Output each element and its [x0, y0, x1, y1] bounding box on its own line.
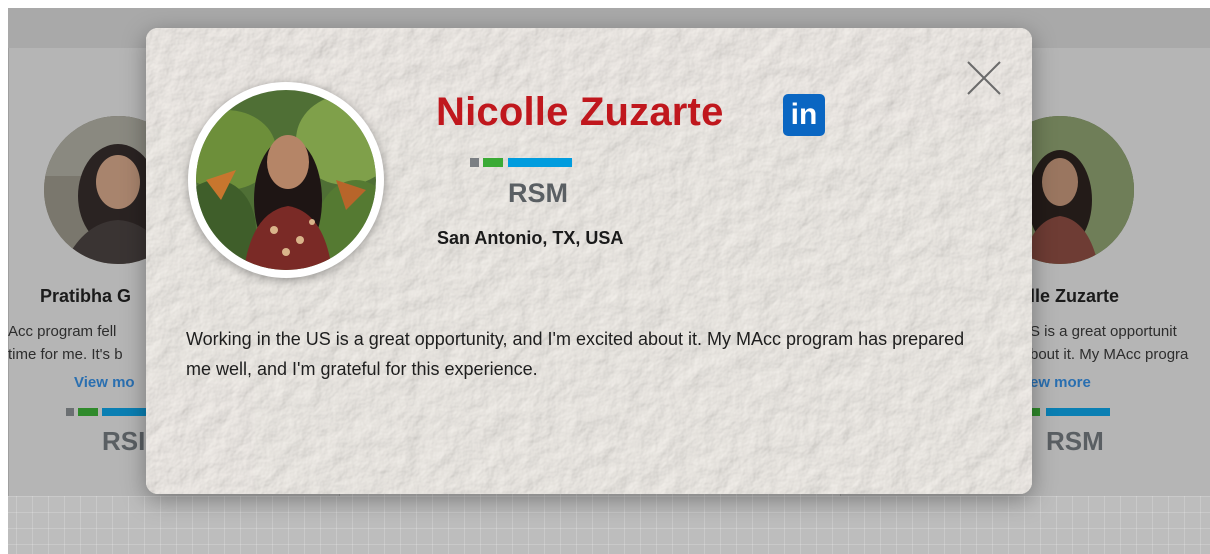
- page-edge-top: [0, 0, 1210, 8]
- background-card-text-left: Acc program fell time for me. It's b: [8, 320, 123, 366]
- background-company-logo-right: RSM: [1032, 408, 1112, 459]
- background-view-more-link-left[interactable]: View mo: [74, 374, 135, 391]
- close-button[interactable]: [964, 58, 1004, 98]
- background-logo-text-left: RSI: [102, 426, 145, 454]
- background-card-name-left: Pratibha G: [40, 286, 132, 306]
- background-card-text-line: Acc program fell: [8, 323, 117, 340]
- testimonial-modal: Nicolle Zuzarte in RSM San Antonio, TX, …: [146, 28, 1032, 494]
- person-location: San Antonio, TX, USA: [437, 228, 624, 248]
- company-logo-text: RSM: [508, 178, 568, 206]
- linkedin-icon[interactable]: in: [783, 94, 825, 136]
- testimonial-quote: Working in the US is a great opportunity…: [186, 329, 965, 379]
- profile-photo-image: [196, 90, 376, 270]
- page-edge-left: [0, 0, 8, 554]
- close-icon: [967, 61, 1001, 95]
- background-card-text-right: S is a great opportunit bout it. My MAcc…: [1030, 320, 1188, 366]
- logo-bar-blue: [508, 158, 572, 167]
- profile-photo: [188, 82, 384, 278]
- company-logo: RSM: [470, 158, 574, 211]
- background-card-name-right: lle Zuzarte: [1030, 286, 1120, 306]
- background-card-text-line: S is a great opportunit: [1030, 323, 1177, 340]
- background-company-logo-left: RSI: [66, 408, 146, 459]
- person-name: Nicolle Zuzarte: [436, 90, 724, 134]
- background-card-text-line: bout it. My MAcc progra: [1030, 346, 1189, 363]
- background-logo-text-right: RSM: [1046, 426, 1104, 454]
- logo-bar-green: [483, 158, 503, 167]
- logo-bar-gray: [470, 158, 479, 167]
- background-card-text-line: time for me. It's b: [8, 346, 123, 363]
- background-view-more-link-right[interactable]: ew more: [1030, 374, 1091, 391]
